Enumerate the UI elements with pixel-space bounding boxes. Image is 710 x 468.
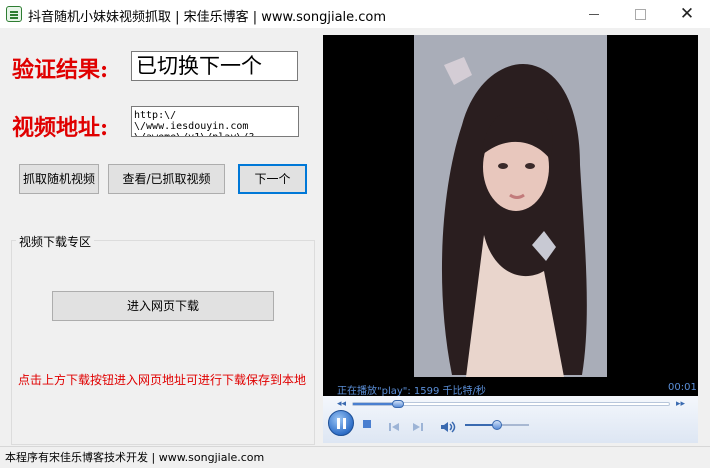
video-content-image xyxy=(414,35,607,377)
playback-status: 正在播放"play": 1599 千比特/秒 xyxy=(337,386,486,397)
fetch-random-video-button[interactable]: 抓取随机视频 xyxy=(19,164,99,194)
maximize-icon xyxy=(634,8,646,20)
minimize-button[interactable] xyxy=(571,0,617,28)
video-url-field[interactable]: http:\/ \/www.iesdouyin.com \/aweme\/v1\… xyxy=(131,106,299,137)
next-track-button[interactable] xyxy=(412,418,424,431)
open-web-download-button[interactable]: 进入网页下载 xyxy=(52,291,274,321)
playback-time: 00:01 xyxy=(668,382,697,393)
speaker-icon xyxy=(441,421,456,433)
rewind-icon[interactable]: ◂◂ xyxy=(337,399,346,409)
download-group-title: 视频下载专区 xyxy=(16,233,95,250)
seek-handle[interactable] xyxy=(391,400,404,408)
download-hint: 点击上方下载按钮进入网页地址可进行下载保存到本地 xyxy=(18,373,307,387)
app-icon xyxy=(6,6,22,22)
next-video-button[interactable]: 下一个 xyxy=(238,164,307,194)
pause-icon xyxy=(337,418,340,429)
seek-bar[interactable] xyxy=(352,400,670,408)
result-label: 验证结果: xyxy=(12,57,109,83)
close-icon: ✕ xyxy=(679,4,695,24)
previous-track-icon xyxy=(389,423,399,431)
next-track-icon xyxy=(413,423,423,431)
footer-text: 本程序有宋佳乐博客技术开发 | www.songjiale.com xyxy=(5,451,265,464)
close-button[interactable]: ✕ xyxy=(664,0,710,28)
stop-button[interactable] xyxy=(361,418,373,430)
play-pause-button[interactable] xyxy=(328,410,354,436)
previous-track-button[interactable] xyxy=(388,418,400,431)
video-frame[interactable] xyxy=(414,35,607,377)
main-window: 抖音随机小妹妹视频抓取 | 宋佳乐博客 | www.songjiale.com … xyxy=(0,0,710,468)
download-group xyxy=(11,240,315,445)
minimize-icon xyxy=(589,13,599,15)
stop-icon xyxy=(363,420,371,428)
view-fetched-videos-button[interactable]: 查看/已抓取视频 xyxy=(108,164,225,194)
result-field[interactable]: 已切换下一个 xyxy=(131,51,298,81)
seek-bar-fill xyxy=(353,403,398,405)
mute-button[interactable] xyxy=(440,418,456,433)
volume-slider[interactable] xyxy=(465,420,529,430)
window-title: 抖音随机小妹妹视频抓取 | 宋佳乐博客 | www.songjiale.com xyxy=(28,10,387,25)
fast-forward-icon[interactable]: ▸▸ xyxy=(676,399,685,409)
video-url-label: 视频地址: xyxy=(12,115,109,141)
volume-handle[interactable] xyxy=(492,420,502,430)
maximize-button[interactable] xyxy=(617,0,663,28)
title-bar: 抖音随机小妹妹视频抓取 | 宋佳乐博客 | www.songjiale.com … xyxy=(0,0,710,28)
